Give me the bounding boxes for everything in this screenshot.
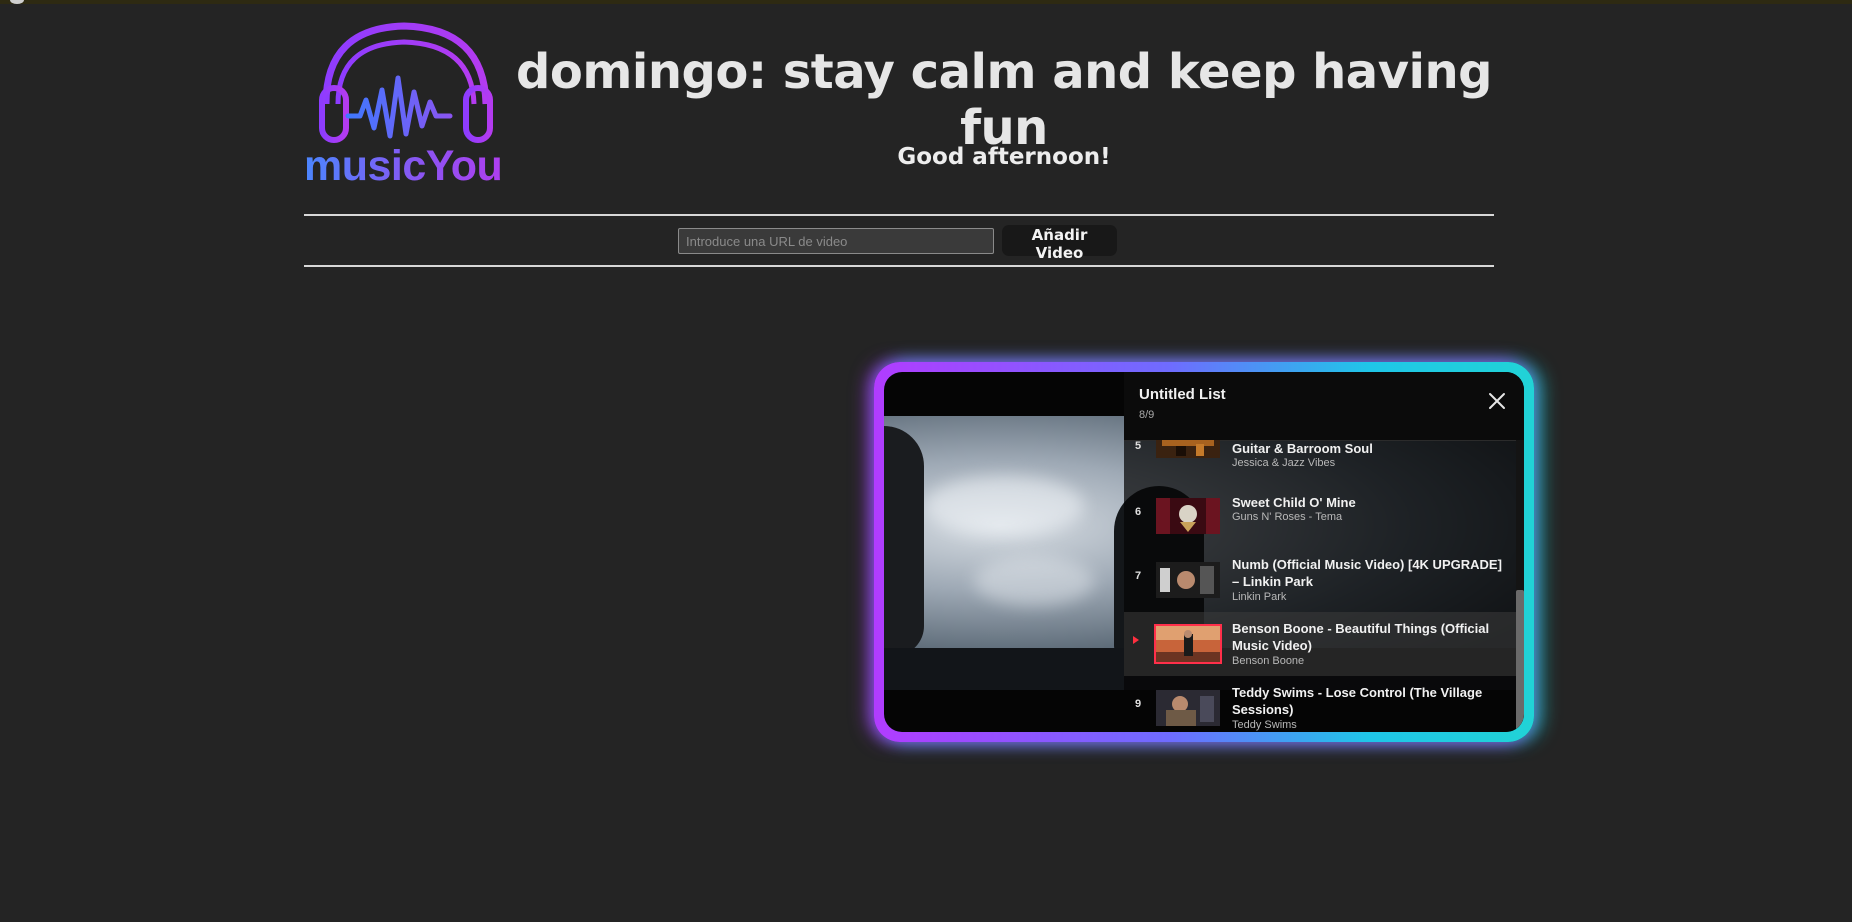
item-thumbnail [1156,690,1220,726]
item-thumbnail [1156,440,1220,458]
playlist-item[interactable]: 6 Sweet Child O' Mine Guns N' Roses - Te… [1124,484,1516,548]
add-video-button[interactable]: Añadir Video [1002,225,1117,262]
player-glow-frame: Untitled List 8/9 5 Guitar & Barroom Sou… [874,362,1534,742]
playlist-scrollbar-thumb[interactable] [1516,590,1524,732]
playlist-items: 5 Guitar & Barroom Soul Jessica & Jazz V… [1124,440,1516,732]
close-icon[interactable] [1486,390,1508,412]
video-cloud [974,556,1094,606]
item-title: Teddy Swims - Lose Control (The Village … [1232,685,1483,717]
item-title: Guitar & Barroom Soul [1232,441,1373,456]
playlist-item[interactable]: 9 Teddy Swims - Lose Control (The Villag… [1124,676,1516,732]
item-index: 7 [1134,570,1142,582]
item-artist: Linkin Park [1232,591,1287,603]
item-title: Sweet Child O' Mine [1232,495,1356,510]
item-index: 6 [1134,506,1142,518]
divider-bottom [304,265,1494,267]
playlist-header: Untitled List 8/9 [1124,372,1524,441]
play-triangle-icon [1133,636,1139,644]
playlist-panel: Untitled List 8/9 5 Guitar & Barroom Sou… [1124,372,1524,732]
item-index: 5 [1134,440,1142,452]
logo-text: musicYou [304,142,514,191]
page-container: musicYou domingo: stay calm and keep hav… [304,0,1534,922]
playlist-item[interactable]: 5 Guitar & Barroom Soul Jessica & Jazz V… [1124,440,1516,484]
item-artist: Guns N' Roses - Tema [1232,511,1343,523]
item-index: 9 [1134,698,1142,710]
page-title: domingo: stay calm and keep having fun [516,44,1492,156]
playlist-scrollbar[interactable] [1516,440,1524,732]
item-artist: Teddy Swims [1232,719,1297,731]
playlist-item-now-playing[interactable]: Benson Boone - Beautiful Things (Officia… [1124,612,1516,676]
item-thumbnail [1154,624,1222,664]
playlist-title: Untitled List [1139,386,1226,403]
playlist-position: 8/9 [1139,409,1155,421]
item-artist: Jessica & Jazz Vibes [1232,457,1336,469]
item-title: Benson Boone - Beautiful Things (Officia… [1232,621,1490,653]
greeting-text: Good afternoon! [897,144,1111,170]
item-thumbnail [1156,562,1220,598]
video-player[interactable]: Untitled List 8/9 5 Guitar & Barroom Sou… [884,372,1524,732]
video-cloud [924,476,1084,536]
divider-top [304,214,1494,216]
item-artist: Benson Boone [1232,655,1305,667]
item-title: Numb (Official Music Video) [4K UPGRADE]… [1232,557,1502,589]
top-strip-dot [10,0,24,4]
video-url-input[interactable] [678,228,994,254]
item-thumbnail [1156,498,1220,534]
playlist-item[interactable]: 7 Numb (Official Music Video) [4K UPGRAD… [1124,548,1516,612]
video-silhouette [884,426,924,656]
